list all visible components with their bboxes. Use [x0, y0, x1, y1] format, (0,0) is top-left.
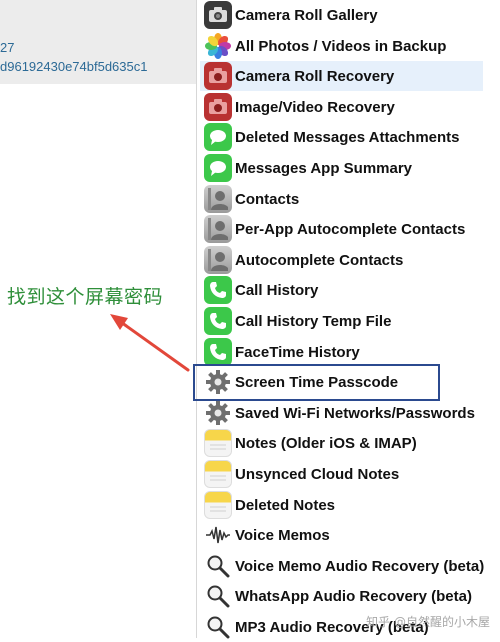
- list-item[interactable]: Voice Memo Audio Recovery (beta): [200, 551, 485, 581]
- list-item[interactable]: Autocomplete Contacts: [200, 245, 483, 275]
- list-item-label: Saved Wi-Fi Networks/Passwords: [235, 404, 475, 422]
- camera-recovery-icon: [204, 62, 232, 90]
- list-item-label: All Photos / Videos in Backup: [235, 37, 447, 55]
- phone-icon: [204, 338, 232, 366]
- list-item-label: Notes (Older iOS & IMAP): [235, 434, 417, 452]
- list-item[interactable]: Notes (Older iOS & IMAP): [200, 428, 483, 458]
- annotation-text: 找到这个屏幕密码: [7, 286, 164, 308]
- magnifier-icon: [204, 613, 232, 641]
- gear-icon: [204, 399, 232, 427]
- messages-icon: [204, 154, 232, 182]
- annotation-arrow-icon: [110, 314, 190, 372]
- phone-icon: [204, 276, 232, 304]
- list-item[interactable]: Camera Roll Recovery: [200, 61, 483, 91]
- messages-icon: [204, 123, 232, 151]
- waveform-icon: [204, 521, 232, 549]
- id-text-line-2: d96192430e74bf5d635c1: [0, 59, 148, 74]
- list-item-label: Contacts: [235, 190, 300, 208]
- list-item-label: Messages App Summary: [235, 159, 413, 177]
- list-item[interactable]: Call History Temp File: [200, 306, 483, 336]
- list-item[interactable]: Camera Roll Gallery: [200, 0, 483, 30]
- list-item[interactable]: Unsynced Cloud Notes: [200, 459, 483, 489]
- contacts-icon: [204, 215, 232, 243]
- list-item-label: Deleted Notes: [235, 496, 336, 514]
- list-item-label: Camera Roll Recovery: [235, 67, 395, 85]
- notes-icon: [204, 491, 232, 519]
- list-item[interactable]: Deleted Notes: [200, 490, 483, 520]
- list-item-label: Voice Memo Audio Recovery (beta): [235, 557, 485, 575]
- list-item[interactable]: Image/Video Recovery: [200, 92, 483, 122]
- list-item[interactable]: WhatsApp Audio Recovery (beta): [200, 581, 483, 611]
- photos-icon: [204, 32, 232, 60]
- list-item[interactable]: Saved Wi-Fi Networks/Passwords: [200, 398, 483, 428]
- list-item-label: WhatsApp Audio Recovery (beta): [235, 587, 472, 605]
- magnifier-icon: [204, 582, 232, 610]
- list-item[interactable]: Voice Memos: [200, 520, 483, 550]
- camera-recovery-icon: [204, 93, 232, 121]
- list-item[interactable]: Messages App Summary: [200, 153, 483, 183]
- watermark: 知乎 @自然醒的小木屋: [366, 615, 490, 629]
- list-item-label: Call History: [235, 281, 319, 299]
- magnifier-icon: [204, 552, 232, 580]
- list-item-label: Per-App Autocomplete Contacts: [235, 220, 466, 238]
- id-text-line-1: 27: [0, 40, 15, 55]
- contacts-icon: [204, 246, 232, 274]
- notes-icon: [204, 460, 232, 488]
- left-panel: 27 d96192430e74bf5d635c1: [0, 0, 196, 84]
- contacts-icon: [204, 185, 232, 213]
- list-item-label: Camera Roll Gallery: [235, 6, 378, 24]
- list-item-label: Deleted Messages Attachments: [235, 128, 460, 146]
- list-item[interactable]: Per-App Autocomplete Contacts: [200, 214, 483, 244]
- list-item[interactable]: Deleted Messages Attachments: [200, 122, 483, 152]
- list-item-label: FaceTime History: [235, 343, 360, 361]
- list-item-label: Voice Memos: [235, 526, 330, 544]
- list-item-label: Image/Video Recovery: [235, 98, 395, 116]
- list-item[interactable]: All Photos / Videos in Backup: [200, 31, 483, 61]
- list-item[interactable]: FaceTime History: [200, 337, 483, 367]
- highlight-box: [193, 364, 440, 401]
- notes-icon: [204, 429, 232, 457]
- list-item-label: Unsynced Cloud Notes: [235, 465, 400, 483]
- list-item[interactable]: Contacts: [200, 184, 483, 214]
- list-item-label: Autocomplete Contacts: [235, 251, 404, 269]
- list-item-label: Call History Temp File: [235, 312, 392, 330]
- camera-icon: [204, 1, 232, 29]
- list-item[interactable]: Call History: [200, 275, 483, 305]
- phone-icon: [204, 307, 232, 335]
